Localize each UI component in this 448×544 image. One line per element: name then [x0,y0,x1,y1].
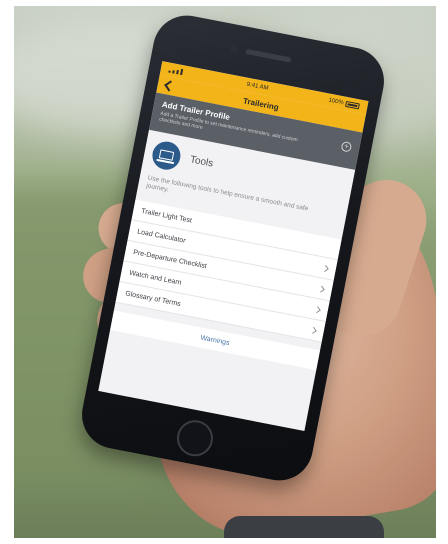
front-camera [229,43,239,54]
menu-item-label: Watch and Learn [128,269,183,287]
battery-icon [345,100,360,110]
tools-title: Tools [189,154,215,170]
chevron-right-icon [309,326,317,334]
app-screen: 9:41 AM 100% Trailering Add Trailer Prof… [98,61,369,431]
home-button[interactable] [173,417,217,460]
signal-icon [168,67,187,76]
warnings-label: Warnings [200,334,231,347]
chevron-right-icon [321,264,329,272]
chevron-left-icon[interactable] [164,80,176,92]
earpiece-speaker [245,48,292,63]
laptop-icon [150,138,183,172]
menu-item-label: Trailer Light Test [140,207,193,225]
menu-item-label: Glossary of Terms [124,289,182,308]
chevron-right-icon [313,305,321,313]
phone-scene: 9:41 AM 100% Trailering Add Trailer Prof… [0,0,448,544]
chevron-right-icon [317,285,325,293]
battery-percent: 100% [327,97,345,107]
phone: 9:41 AM 100% Trailering Add Trailer Prof… [76,9,390,487]
menu-item-label: Load Calculator [136,228,187,245]
status-time: 9:41 AM [246,81,269,92]
